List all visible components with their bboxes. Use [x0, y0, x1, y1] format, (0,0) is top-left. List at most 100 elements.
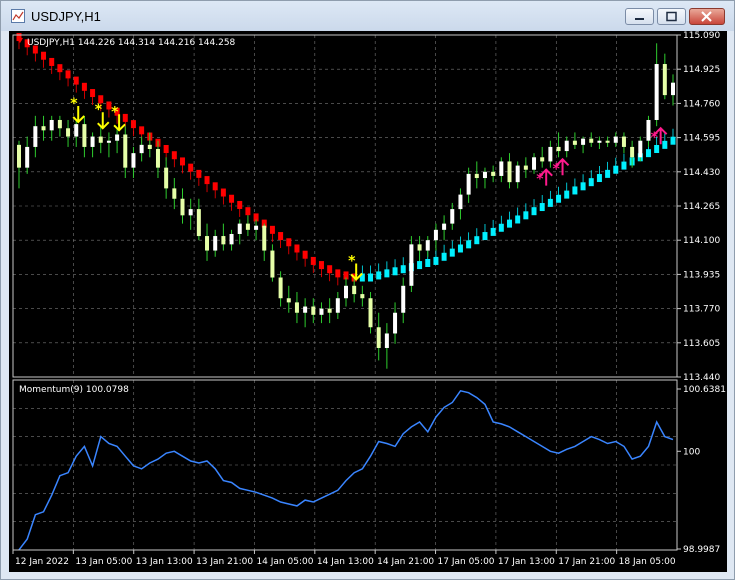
trend-bar — [302, 250, 308, 259]
trend-bar — [220, 188, 226, 197]
candle-body — [123, 134, 128, 168]
momentum-series — [18, 389, 674, 551]
trend-bar — [588, 178, 594, 187]
trend-bar — [49, 57, 55, 66]
time-tick-label: 12 Jan 2022 — [15, 557, 69, 567]
candle-body — [368, 298, 373, 328]
trend-bar — [457, 244, 463, 253]
price-tick-label: 113.935 — [683, 270, 720, 280]
candle-body — [597, 140, 602, 143]
trend-bar — [539, 203, 545, 212]
trend-bar — [65, 70, 71, 79]
trend-bar — [466, 240, 472, 249]
trend-bar — [556, 194, 562, 203]
candle-body — [254, 225, 259, 230]
trend-bar — [523, 211, 529, 220]
trend-bar — [376, 271, 382, 280]
trend-bar — [400, 265, 406, 274]
candle-body — [131, 153, 136, 168]
candle-body — [213, 236, 218, 251]
candle-body — [294, 302, 299, 313]
candle-body — [360, 294, 365, 299]
trend-bar — [613, 165, 619, 174]
trend-bar — [41, 51, 47, 60]
sell-star-icon: * — [95, 102, 103, 118]
chart-window-icon — [11, 9, 25, 23]
candle-body — [17, 144, 21, 168]
chart-canvas[interactable]: * * ***** 115.090114.925114.760114.595114.… — [9, 31, 727, 572]
candle-body — [433, 229, 438, 241]
candle-body — [671, 82, 675, 96]
candle-body — [155, 149, 160, 168]
candle-body — [507, 161, 512, 183]
candle-body — [139, 144, 144, 154]
candle-body — [638, 140, 643, 158]
candle-body — [572, 140, 577, 145]
trend-bar — [507, 219, 512, 228]
close-button[interactable] — [689, 8, 725, 25]
chart-area[interactable]: * * * * * * * 115.090 114.925 114.760 114.595 114.… — [9, 31, 727, 572]
trend-bar — [433, 256, 439, 265]
trend-bar — [130, 120, 136, 129]
trend-bar — [547, 198, 553, 207]
price-tick-label: 114.595 — [683, 134, 720, 144]
trend-bar — [515, 215, 521, 224]
candle-body — [540, 157, 545, 162]
price-tick-label: 114.265 — [683, 202, 720, 212]
candle-body — [286, 298, 291, 303]
candle-body — [630, 146, 635, 158]
trend-bar — [196, 169, 202, 178]
title-bar[interactable]: USDJPY,H1 — [1, 1, 734, 31]
candle-body — [523, 165, 528, 170]
trend-bar — [596, 174, 602, 183]
candle-body — [532, 157, 537, 170]
trend-bar — [171, 151, 177, 160]
price-axis: 115.090 114.925 114.760 114.595 114.430 114.2… — [677, 31, 720, 383]
candle-body — [303, 306, 308, 313]
trend-bar — [122, 113, 128, 122]
trend-bar — [180, 157, 185, 166]
trend-bar — [269, 225, 275, 234]
sell-star-icon: * — [111, 104, 119, 120]
candle-body — [66, 128, 71, 137]
trend-bar — [90, 89, 96, 98]
price-tick-label: 115.090 — [683, 31, 720, 41]
candle-body — [33, 126, 38, 147]
candle-body — [221, 236, 226, 245]
candle-body — [262, 225, 267, 251]
trend-bar — [482, 232, 488, 241]
candle-body — [196, 209, 201, 237]
momentum-tick-label: 100.6381 — [683, 385, 726, 395]
price-grid — [13, 34, 677, 378]
terminal-window: USDJPY,H1 * * * * * * * 115.090 114.925 114.760 1… — [0, 0, 735, 580]
trend-bar — [139, 126, 145, 135]
trend-bar — [278, 232, 284, 241]
trend-bar — [498, 223, 504, 232]
candle-body — [335, 298, 340, 313]
candle-body — [311, 306, 316, 315]
candle-body — [74, 124, 79, 137]
price-tick-label: 114.760 — [683, 99, 720, 109]
trend-bar — [229, 194, 235, 203]
time-tick-label: 14 Jan 21:00 — [377, 557, 434, 567]
candle-body — [401, 285, 406, 313]
trend-bar — [310, 256, 316, 265]
momentum-grid — [13, 380, 677, 550]
price-tick-label: 114.100 — [683, 236, 720, 246]
trend-bar — [212, 182, 218, 191]
restore-button[interactable] — [657, 8, 686, 25]
candle-body — [229, 233, 234, 245]
candle-body — [352, 285, 357, 295]
trend-bar — [318, 261, 324, 270]
trend-bar — [384, 269, 390, 278]
sell-star-icon: * — [70, 96, 78, 112]
candle-body — [417, 244, 422, 251]
trend-bar — [327, 265, 333, 274]
minimize-button[interactable] — [625, 8, 654, 25]
candle-body — [556, 146, 561, 152]
price-tick-label: 113.770 — [683, 305, 720, 315]
candle-body — [376, 327, 381, 348]
candle-body — [188, 209, 193, 216]
candle-body — [384, 333, 389, 348]
candle-body — [548, 146, 553, 162]
